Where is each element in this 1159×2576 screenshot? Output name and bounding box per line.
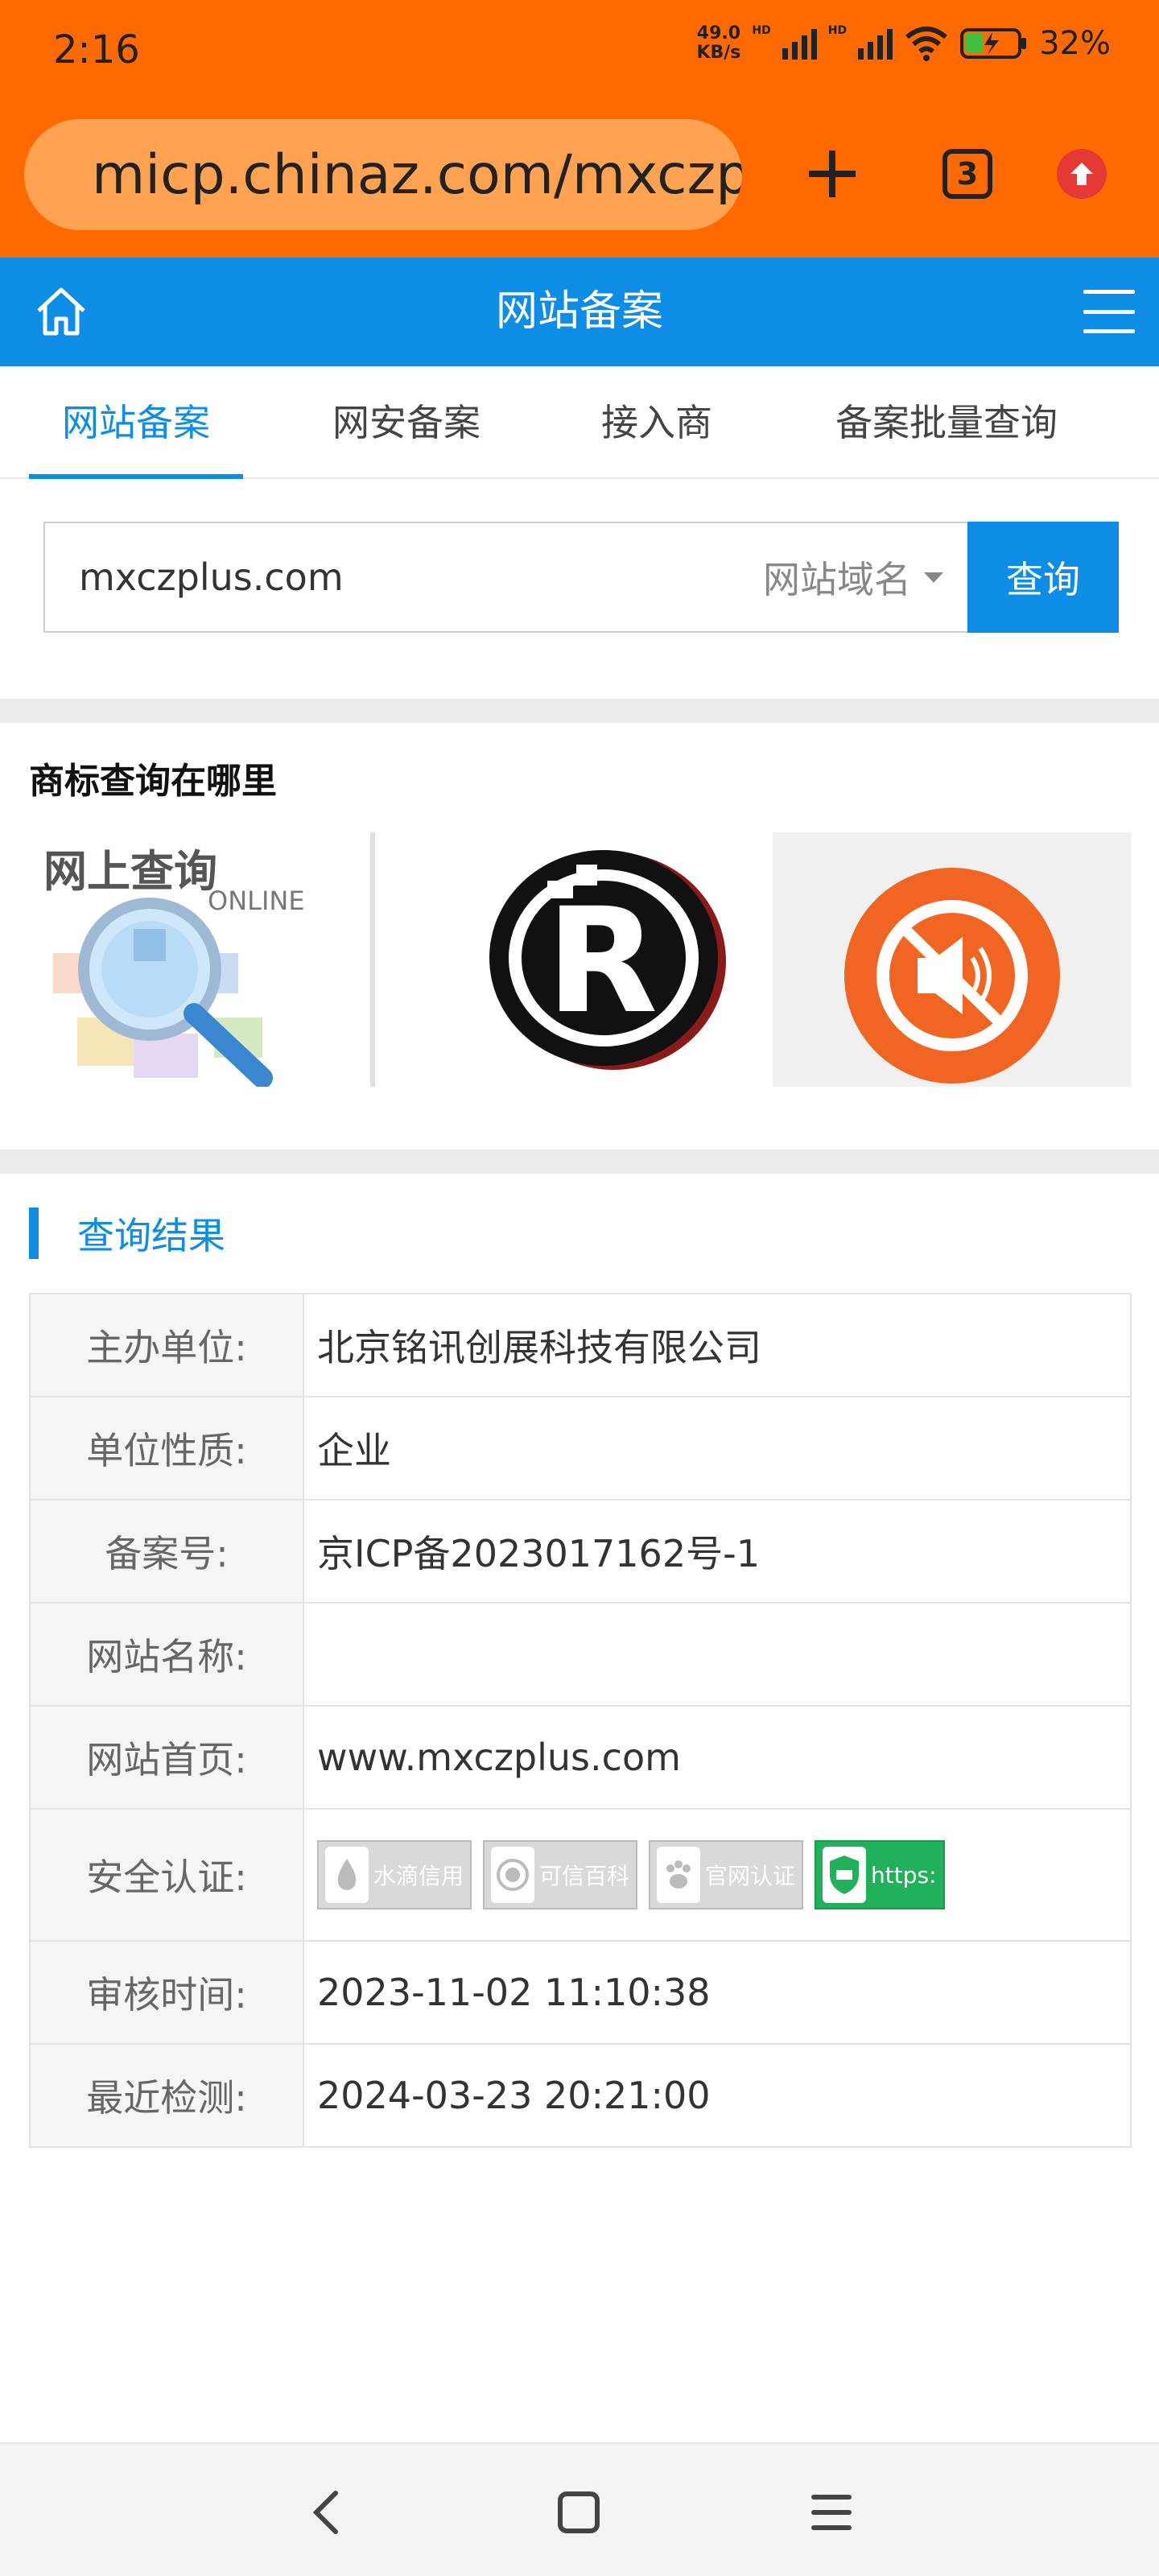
- ad-banner-subheading: ONLINE: [208, 886, 305, 916]
- network-speed-unit: KB/s: [696, 43, 741, 63]
- square-icon: [558, 2491, 600, 2533]
- badge-label: 官网认证: [705, 1863, 796, 1889]
- tab-security-filing[interactable]: 网安备案: [299, 366, 514, 479]
- table-row: 审核时间: 2023-11-02 11:10:38: [29, 1940, 1132, 2045]
- ad-title[interactable]: 商标查询在哪里: [29, 752, 277, 803]
- menu-icon[interactable]: [1083, 290, 1135, 333]
- tab-switcher-button[interactable]: 3: [930, 137, 1004, 211]
- address-bar[interactable]: micp.chinaz.com/mxczp: [24, 119, 742, 230]
- battery-percent: 32%: [1039, 25, 1111, 62]
- result-table: 主办单位: 北京铭讯创展科技有限公司 单位性质: 企业 备案号: 京ICP备20…: [29, 1293, 1132, 2148]
- wifi-icon: [905, 27, 948, 61]
- row-label-review-time: 审核时间:: [29, 1940, 304, 2045]
- row-value-security: 水滴信用 可信百科 官网认证 https:: [303, 1808, 1132, 1942]
- recents-button[interactable]: [803, 2484, 860, 2541]
- caret-down-icon: [924, 572, 943, 583]
- chevron-left-icon: [312, 2491, 338, 2534]
- tab-bar: 网站备案 网安备案 接入商 备案批量查询: [0, 366, 1159, 479]
- row-value-homepage[interactable]: www.mxczplus.com: [303, 1705, 1132, 1810]
- table-row: 单位性质: 企业: [29, 1396, 1132, 1501]
- row-label-site-name: 网站名称:: [29, 1602, 304, 1707]
- network-speed: 49.0 KB/s: [696, 24, 740, 63]
- status-icons: 49.0 KB/s HD HD 32%: [696, 24, 1111, 63]
- search-type-dropdown[interactable]: 网站域名: [763, 551, 967, 604]
- url-text: micp.chinaz.com/mxczp: [92, 142, 742, 207]
- row-label-security: 安全认证:: [29, 1808, 304, 1942]
- seal-icon: [491, 1847, 535, 1903]
- badge-label: 水滴信用: [373, 1863, 464, 1889]
- signal-icon: [782, 27, 817, 60]
- row-label-last-check: 最近检测:: [29, 2043, 304, 2148]
- ad-banner-online-search[interactable]: 网上查询 ONLINE: [29, 832, 383, 1087]
- security-badges: 水滴信用 可信百科 官网认证 https:: [317, 1840, 1130, 1909]
- section-divider: [0, 699, 1159, 723]
- upload-button[interactable]: [1045, 137, 1119, 211]
- site-header: 网站备案: [0, 258, 1159, 366]
- site-title: 网站备案: [495, 287, 663, 336]
- home-button[interactable]: [551, 2484, 607, 2541]
- tab-website-filing[interactable]: 网站备案: [29, 366, 243, 479]
- result-title: 查询结果: [77, 1214, 225, 1257]
- search-button[interactable]: 查询: [967, 522, 1119, 633]
- water-drop-icon: [325, 1847, 369, 1903]
- ad-banner-heading: 网上查询: [43, 846, 217, 897]
- new-tab-button[interactable]: [795, 137, 869, 211]
- registered-trademark-icon: R: [419, 832, 757, 1087]
- hd-label: HD: [752, 24, 771, 37]
- ad-banner-mute[interactable]: [773, 832, 1132, 1087]
- table-row: 网站首页: www.mxczplus.com: [29, 1705, 1132, 1810]
- row-value-last-check: 2024-03-23 20:21:00: [303, 2043, 1132, 2148]
- row-value-sponsor: 北京铭讯创展科技有限公司: [303, 1293, 1132, 1397]
- tab-access-provider[interactable]: 接入商: [568, 366, 745, 479]
- menu-lines-icon: [811, 2495, 852, 2530]
- row-label-filing-number: 备案号:: [29, 1499, 304, 1604]
- row-label-homepage: 网站首页:: [29, 1705, 304, 1810]
- mute-speaker-icon: [773, 832, 1132, 1087]
- table-row: 安全认证: 水滴信用 可信百科 官网认证 https:: [29, 1808, 1132, 1942]
- row-value-site-name: [303, 1602, 1132, 1707]
- table-row: 备案号: 京ICP备2023017162号-1: [29, 1499, 1132, 1604]
- ssl-shield-icon: [823, 1847, 867, 1903]
- row-value-review-time: 2023-11-02 11:10:38: [303, 1940, 1132, 2045]
- table-row: 主办单位: 北京铭讯创展科技有限公司: [29, 1293, 1132, 1397]
- result-section-header: 查询结果: [29, 1208, 225, 1259]
- search-box: 网站域名: [43, 522, 967, 633]
- ad-banner-registered-trademark[interactable]: R: [419, 832, 757, 1087]
- table-row: 最近检测: 2024-03-23 20:21:00: [29, 2043, 1132, 2148]
- badge-trusted-wiki[interactable]: 可信百科: [483, 1840, 638, 1909]
- tab-batch-query[interactable]: 备案批量查询: [805, 366, 1088, 479]
- network-speed-value: 49.0: [696, 23, 741, 43]
- tab-count: 3: [942, 149, 992, 199]
- result-title-accent: [29, 1208, 39, 1259]
- plus-icon: [809, 151, 856, 197]
- search-type-label: 网站域名: [763, 558, 911, 601]
- svg-text:R: R: [547, 877, 658, 1046]
- search-input[interactable]: [45, 523, 763, 631]
- badge-water-credit[interactable]: 水滴信用: [317, 1840, 472, 1909]
- badge-label: 可信百科: [539, 1863, 630, 1889]
- row-value-org-type: 企业: [303, 1396, 1132, 1501]
- table-row: 网站名称:: [29, 1602, 1132, 1707]
- battery-icon: [960, 28, 1027, 59]
- badge-ssl[interactable]: https:: [815, 1840, 945, 1909]
- back-button[interactable]: [298, 2484, 354, 2541]
- row-label-org-type: 单位性质:: [29, 1396, 304, 1501]
- search-bar: 网站域名 查询: [43, 522, 1119, 633]
- hd-label: HD: [827, 24, 848, 37]
- section-divider: [0, 1150, 1159, 1174]
- browser-chrome: 2:16 49.0 KB/s HD HD 32% micp.chinaz.com…: [0, 0, 1159, 258]
- row-label-sponsor: 主办单位:: [29, 1293, 304, 1397]
- system-nav-bar: [0, 2442, 1159, 2576]
- row-value-filing-number: 京ICP备2023017162号-1: [303, 1499, 1132, 1604]
- paw-icon: [657, 1847, 701, 1903]
- badge-official-site[interactable]: 官网认证: [649, 1840, 804, 1909]
- status-time: 2:16: [53, 27, 140, 72]
- signal-icon: [858, 27, 893, 60]
- upload-arrow-icon: [1057, 149, 1107, 199]
- badge-label: https:: [871, 1861, 937, 1889]
